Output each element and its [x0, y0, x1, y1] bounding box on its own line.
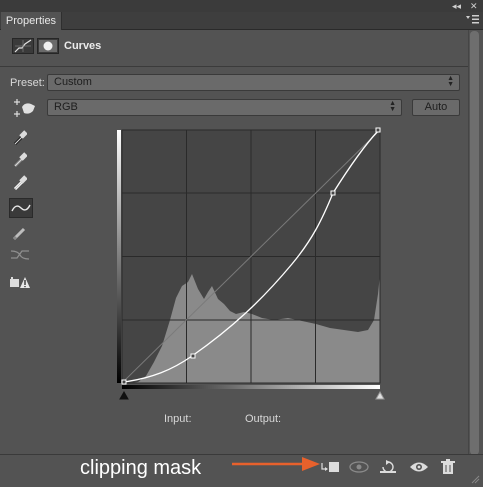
output-label: Output: [245, 413, 282, 425]
panel-title-strip [0, 0, 483, 12]
preset-select[interactable]: Custom ▲ ▼ [47, 74, 460, 91]
input-label: Input: [164, 413, 192, 425]
layer-mask-icon[interactable] [37, 38, 59, 54]
curve-point[interactable] [121, 379, 127, 385]
curve-point[interactable] [375, 127, 381, 133]
white-input-slider[interactable] [375, 390, 385, 400]
gray-point-eyedropper-icon[interactable] [9, 150, 31, 170]
header-divider [0, 66, 468, 67]
edit-points-curve-icon[interactable] [9, 198, 33, 218]
black-input-slider[interactable] [119, 390, 129, 400]
auto-button[interactable]: Auto [412, 99, 460, 116]
collapse-panel-icon[interactable]: ◂◂ [452, 1, 461, 11]
curve-point[interactable] [330, 190, 336, 196]
preset-value: Custom [54, 76, 92, 88]
pencil-draw-icon[interactable] [9, 223, 31, 243]
scrollbar-thumb[interactable] [470, 31, 479, 455]
tab-properties[interactable]: Properties [1, 12, 62, 30]
black-point-eyedropper-icon[interactable] [9, 128, 31, 148]
select-arrows-icon: ▲ ▼ [389, 100, 396, 113]
clipping-mask-annotation: clipping mask [80, 457, 202, 479]
curve-point[interactable] [190, 353, 196, 359]
targeted-adjustment-hand-icon[interactable] [11, 99, 37, 117]
resize-grip-icon[interactable] [470, 474, 480, 484]
clip-to-layer-icon[interactable] [318, 458, 342, 476]
delete-trash-icon[interactable] [436, 458, 460, 476]
output-gradient-bar [117, 130, 121, 383]
curves-adjustment-icon [12, 38, 34, 54]
view-previous-state-icon[interactable] [347, 458, 371, 476]
select-arrows-icon: ▲ ▼ [447, 75, 454, 88]
reset-icon[interactable] [376, 458, 400, 476]
clipping-warning-icon[interactable] [9, 272, 31, 292]
close-panel-icon[interactable]: ✕ [470, 1, 478, 11]
channel-select[interactable]: RGB ▲ ▼ [47, 99, 402, 116]
smooth-curve-icon[interactable] [9, 245, 31, 265]
panel-menu-icon[interactable] [466, 14, 480, 26]
channel-value: RGB [54, 101, 78, 113]
input-gradient-bar [122, 385, 380, 389]
white-point-eyedropper-icon[interactable] [9, 173, 31, 193]
panel-tab-bar [0, 12, 483, 30]
curves-graph[interactable] [112, 124, 388, 402]
panel-title: Curves [64, 40, 102, 52]
annotation-arrow-icon [232, 457, 320, 471]
preset-label: Preset: [10, 77, 45, 89]
visibility-eye-icon[interactable] [407, 458, 431, 476]
